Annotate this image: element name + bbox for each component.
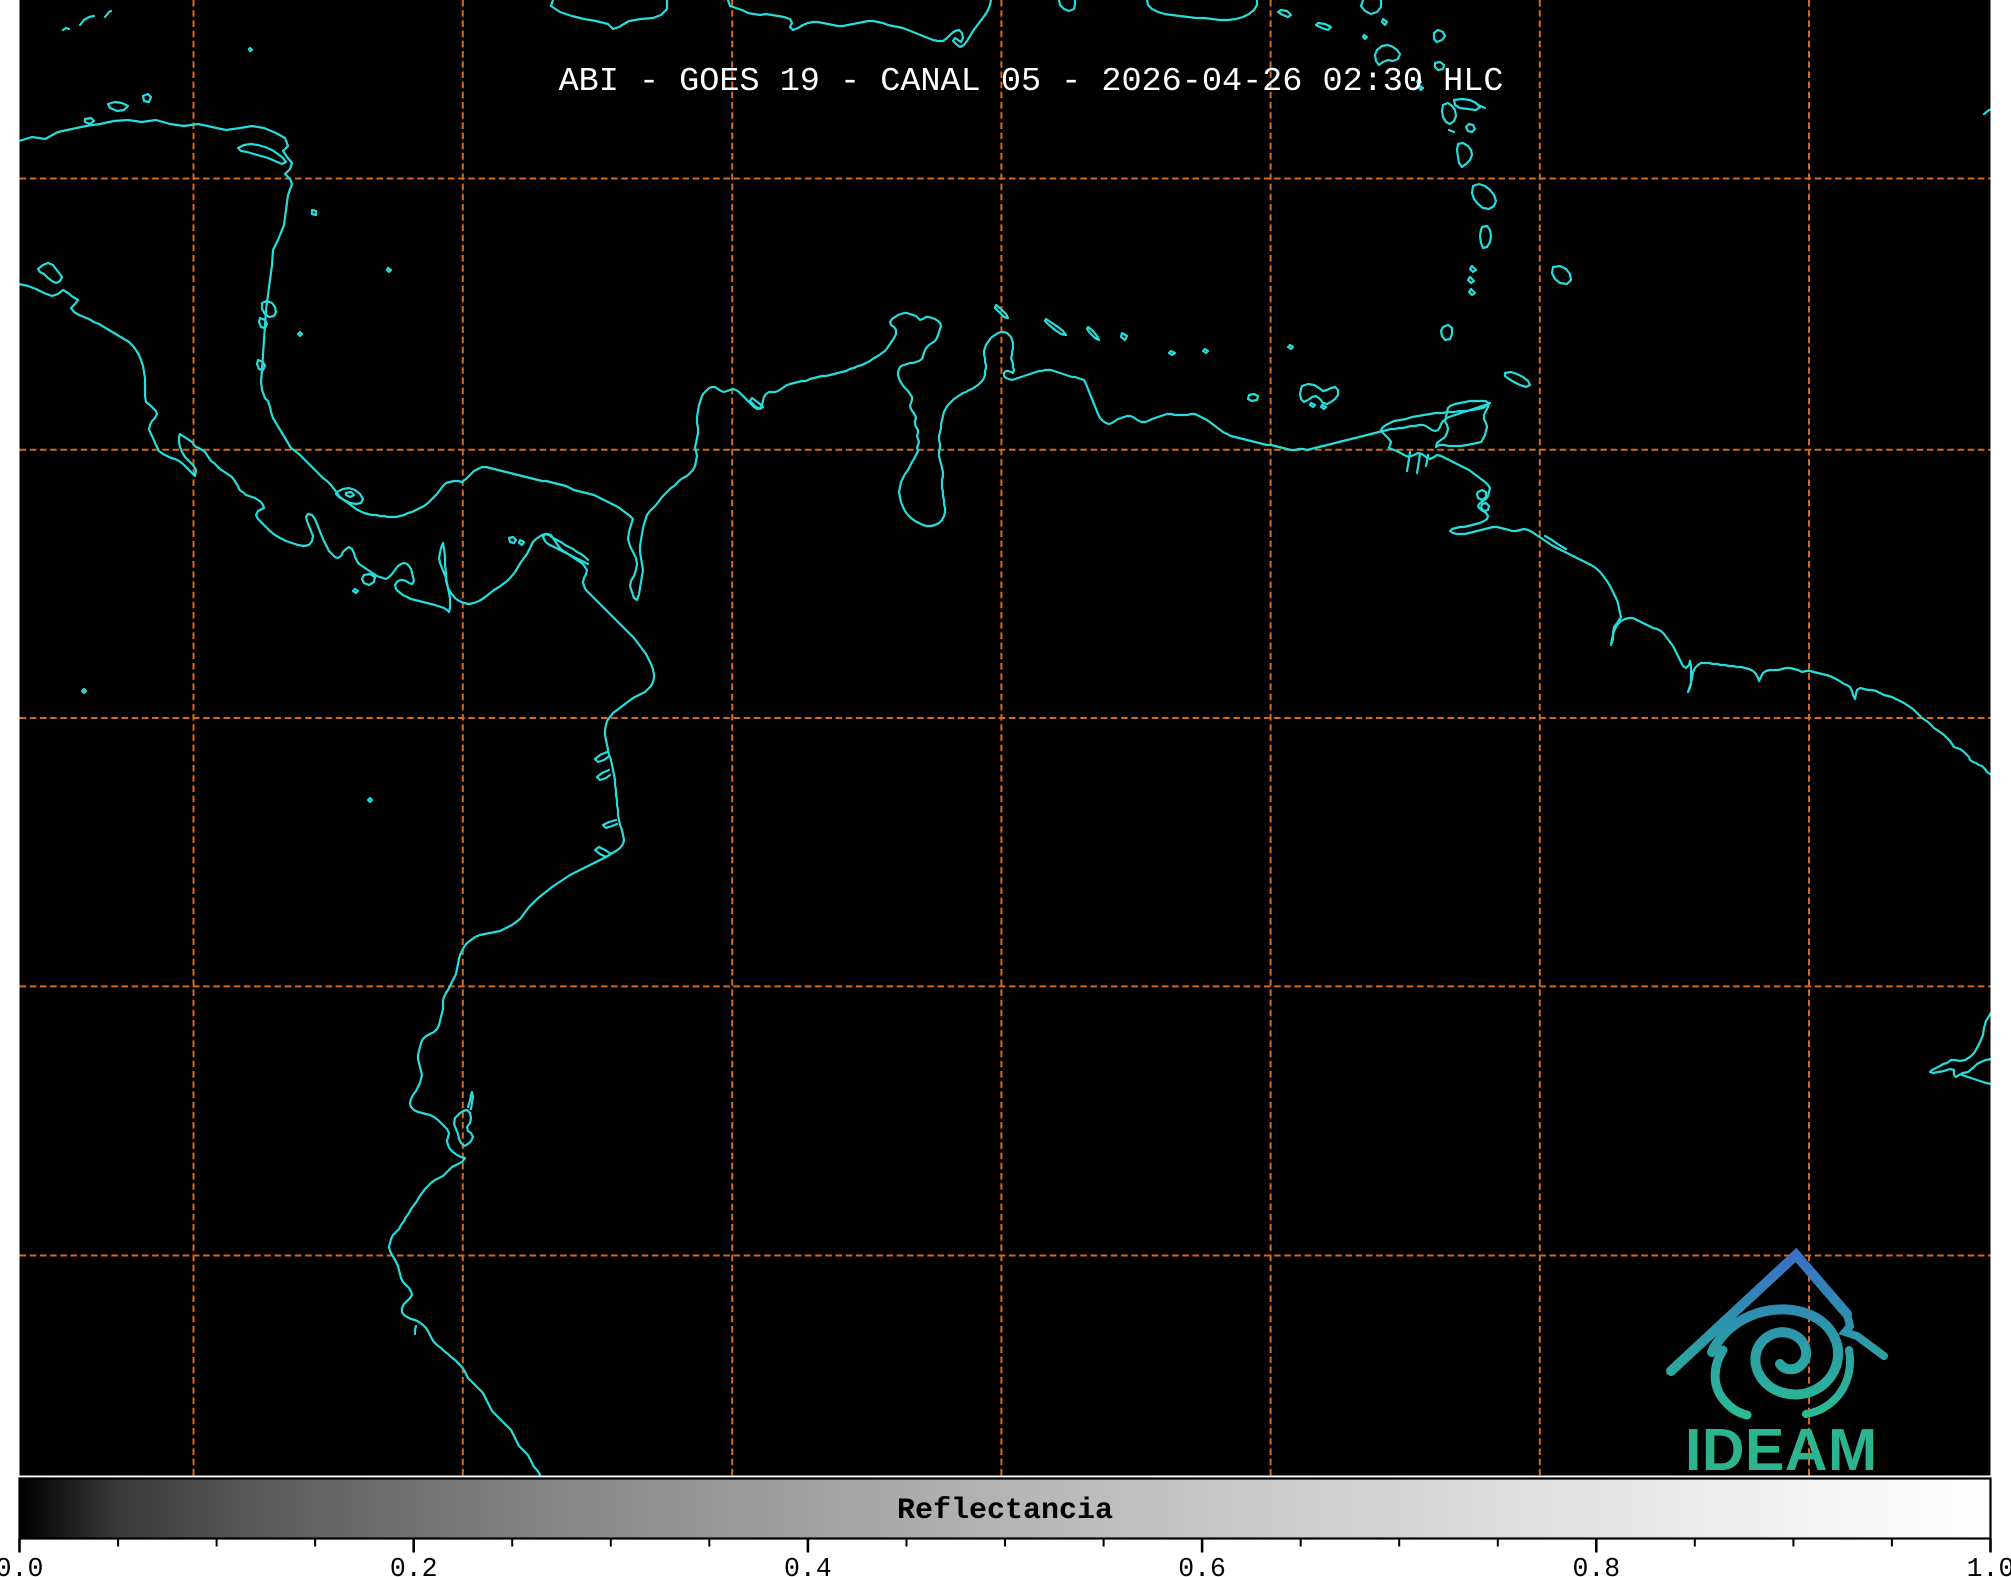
svg-text:0.0: 0.0: [0, 1554, 43, 1577]
svg-text:IDEAM: IDEAM: [1685, 1417, 1878, 1483]
svg-text:0.6: 0.6: [1178, 1554, 1226, 1577]
svg-text:0.8: 0.8: [1572, 1554, 1620, 1577]
svg-text:1.0: 1.0: [1967, 1554, 2011, 1577]
svg-text:0.2: 0.2: [390, 1554, 438, 1577]
svg-text:Reflectancia: Reflectancia: [897, 1494, 1113, 1528]
svg-text:0.4: 0.4: [784, 1554, 832, 1577]
svg-text:ABI - GOES 19 - CANAL 05 - 202: ABI - GOES 19 - CANAL 05 - 2026-04-26 02…: [559, 63, 1504, 101]
